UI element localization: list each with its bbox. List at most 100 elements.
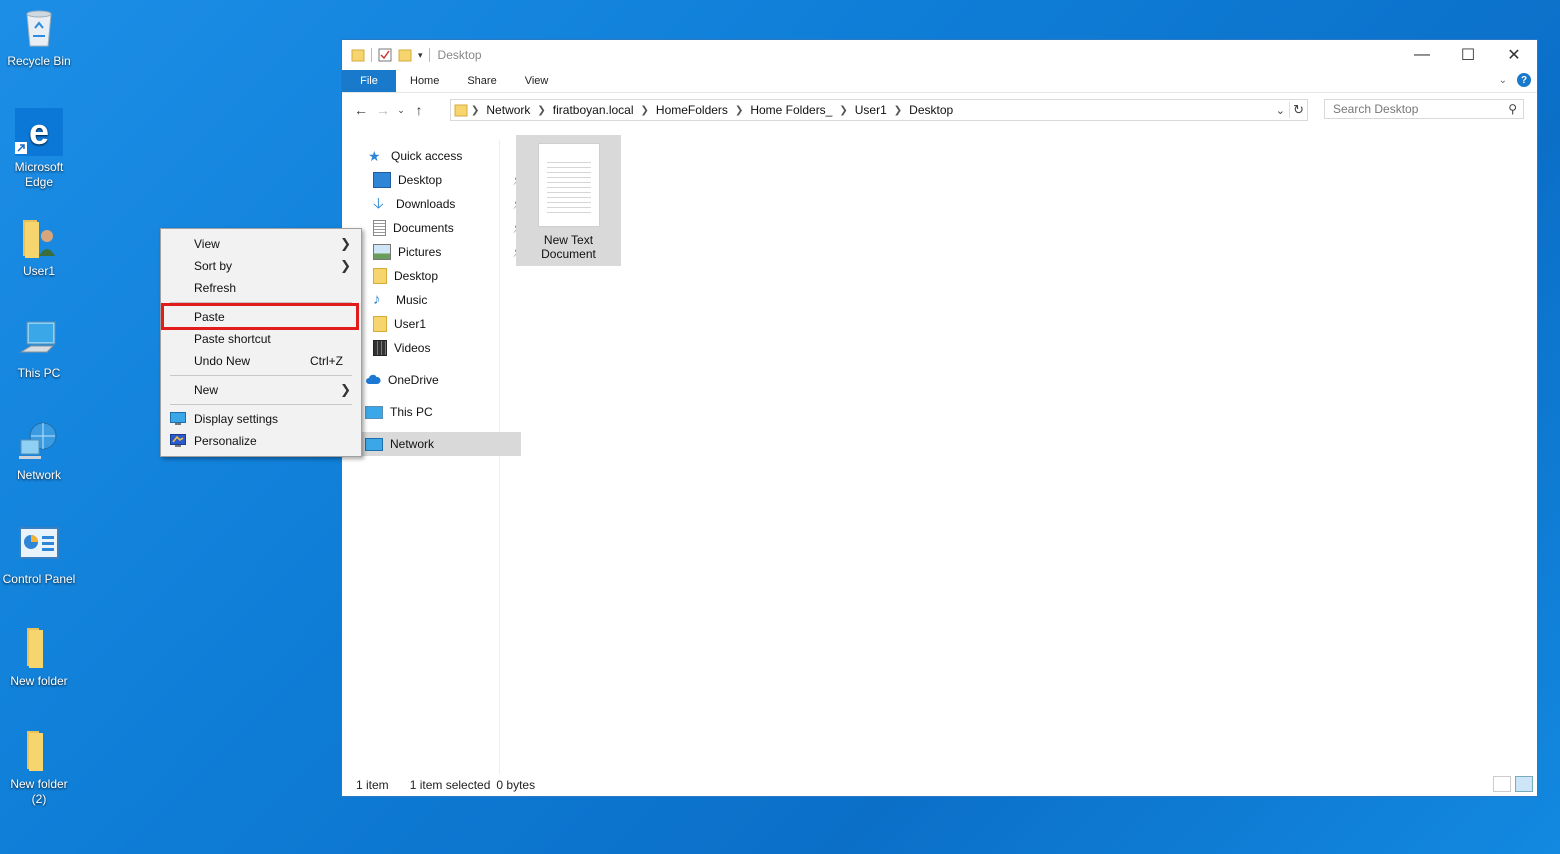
menu-item-new[interactable]: New ❯ — [161, 379, 361, 401]
menu-label: Display settings — [194, 412, 279, 426]
menu-item-sort-by[interactable]: Sort by ❯ — [161, 255, 361, 277]
nav-label: Desktop — [398, 173, 443, 187]
selection-size: 0 bytes — [496, 778, 536, 792]
chevron-right-icon[interactable]: ❯ — [839, 105, 847, 116]
maximize-icon[interactable]: ☐ — [1445, 40, 1491, 70]
tab-share[interactable]: Share — [453, 70, 510, 92]
desktop-icon-user1[interactable]: User1 — [2, 216, 76, 279]
menu-label: Undo New — [194, 354, 251, 368]
chevron-right-icon[interactable]: ❯ — [894, 105, 902, 116]
text-document-icon — [537, 143, 600, 227]
nav-quick-access[interactable]: ★ Quick access — [342, 144, 524, 168]
forward-icon[interactable]: → — [372, 102, 394, 118]
nav-label: Quick access — [391, 149, 463, 163]
window-title: Desktop — [437, 48, 482, 62]
help-icon[interactable]: ? — [1517, 73, 1531, 87]
chevron-right-icon[interactable]: ❯ — [735, 105, 743, 116]
folder-icon — [454, 104, 468, 117]
desktop-icon-control-panel[interactable]: Control Panel — [2, 524, 76, 587]
breadcrumb-user1[interactable]: User1 — [855, 103, 887, 117]
network-icon — [365, 437, 383, 451]
up-icon[interactable]: ↑ — [408, 102, 430, 118]
search-input[interactable]: Search Desktop ⚲ — [1324, 99, 1524, 119]
desktop-icon-label: Control Panel — [2, 572, 76, 586]
tab-file[interactable]: File — [342, 70, 396, 92]
desktop-icon — [373, 172, 391, 188]
chevron-right-icon[interactable]: ❯ — [537, 105, 545, 116]
computer-icon — [17, 318, 61, 362]
menu-item-view[interactable]: View ❯ — [161, 233, 361, 255]
nav-onedrive[interactable]: OneDrive — [342, 368, 521, 392]
close-icon[interactable]: ✕ — [1491, 40, 1537, 70]
desktop-icon-label: Network — [16, 468, 61, 482]
back-icon[interactable]: ← — [350, 102, 372, 118]
paste-highlight-box — [161, 303, 359, 330]
refresh-icon[interactable]: ↻ — [1289, 102, 1304, 118]
nav-network[interactable]: Network — [342, 432, 521, 456]
nav-label: Network — [390, 437, 435, 451]
breadcrumb-network[interactable]: Network — [486, 103, 530, 117]
customize-toolbar-icon[interactable]: ▾ — [418, 50, 423, 61]
menu-item-personalize[interactable]: Personalize — [161, 430, 361, 452]
status-bar: 1 item 1 item selected 0 bytes — [342, 774, 1537, 796]
nav-label: Pictures — [398, 245, 442, 259]
minimize-icon[interactable]: — — [1399, 40, 1445, 70]
desktop-icon-new-folder[interactable]: New folder — [2, 626, 76, 689]
selection-count: 1 item selected — [409, 778, 491, 792]
download-icon: 🡣 — [373, 195, 384, 212]
breadcrumb-desktop[interactable]: Desktop — [909, 103, 953, 117]
file-list[interactable]: New Text Document — [500, 135, 1537, 774]
menu-item-refresh[interactable]: Refresh — [161, 277, 361, 299]
desktop-icon-this-pc[interactable]: This PC — [2, 318, 76, 381]
folder-icon — [373, 316, 387, 332]
menu-item-paste-shortcut[interactable]: Paste shortcut — [161, 328, 361, 350]
nav-label: Music — [396, 293, 428, 307]
menu-item-undo-new[interactable]: Undo New Ctrl+Z — [161, 350, 361, 372]
desktop-icon-edge[interactable]: e Microsoft Edge — [2, 108, 76, 190]
desktop-icon-label: This PC — [17, 366, 61, 380]
view-buttons — [1493, 776, 1533, 792]
chevron-right-icon[interactable]: ❯ — [471, 105, 479, 116]
folder-icon — [17, 729, 61, 773]
recent-locations-icon[interactable]: ⌄ — [394, 105, 408, 116]
desktop-icon-label: User1 — [22, 264, 55, 278]
nav-label: User1 — [394, 317, 427, 331]
navigation-pane: ★ Quick access Desktop 📌 🡣 Downloads 📌 D… — [342, 140, 525, 774]
address-dropdown-icon[interactable]: ⌄ — [1276, 104, 1285, 117]
file-name-line2: Document — [541, 247, 596, 261]
expand-ribbon-icon[interactable]: ⌄ — [1499, 75, 1507, 86]
display-settings-icon — [170, 412, 186, 425]
tab-home[interactable]: Home — [396, 70, 453, 92]
menu-item-display-settings[interactable]: Display settings — [161, 408, 361, 430]
menu-shortcut: Ctrl+Z — [310, 354, 343, 368]
file-name-line1: New Text — [543, 233, 594, 247]
nav-label: OneDrive — [388, 373, 439, 387]
document-icon — [373, 220, 386, 236]
details-view-icon[interactable] — [1493, 776, 1511, 792]
star-icon: ★ — [368, 148, 381, 164]
nav-label: Videos — [394, 341, 431, 355]
nav-this-pc[interactable]: This PC — [342, 400, 521, 424]
chevron-right-icon: ❯ — [340, 258, 351, 273]
file-item-new-text-document[interactable]: New Text Document — [516, 135, 621, 266]
menu-label: View — [194, 237, 220, 251]
nav-label: This PC — [390, 405, 433, 419]
chevron-right-icon[interactable]: ❯ — [641, 105, 649, 116]
desktop-icon-new-folder-2[interactable]: New folder (2) — [2, 729, 76, 807]
user-folder-icon — [17, 216, 61, 260]
breadcrumb-homefolders[interactable]: HomeFolders — [656, 103, 728, 117]
picture-icon — [373, 244, 391, 260]
breadcrumb-home-folders[interactable]: Home Folders_ — [750, 103, 832, 117]
control-panel-icon — [17, 524, 61, 568]
desktop-context-menu: View ❯ Sort by ❯ Refresh Paste Paste sho… — [160, 228, 362, 457]
new-folder-icon[interactable] — [398, 48, 412, 62]
large-icons-view-icon[interactable] — [1515, 776, 1533, 792]
menu-separator — [170, 375, 352, 376]
desktop-icon-network[interactable]: Network — [2, 420, 76, 483]
desktop-icon-recycle-bin[interactable]: Recycle Bin — [2, 6, 76, 69]
desktop-icon-label: Recycle Bin — [7, 54, 71, 68]
tab-view[interactable]: View — [511, 70, 563, 92]
address-bar[interactable]: ❯ Network ❯ firatboyan.local ❯ HomeFolde… — [450, 99, 1308, 121]
properties-icon[interactable] — [378, 48, 392, 62]
breadcrumb-domain[interactable]: firatboyan.local — [553, 103, 634, 117]
